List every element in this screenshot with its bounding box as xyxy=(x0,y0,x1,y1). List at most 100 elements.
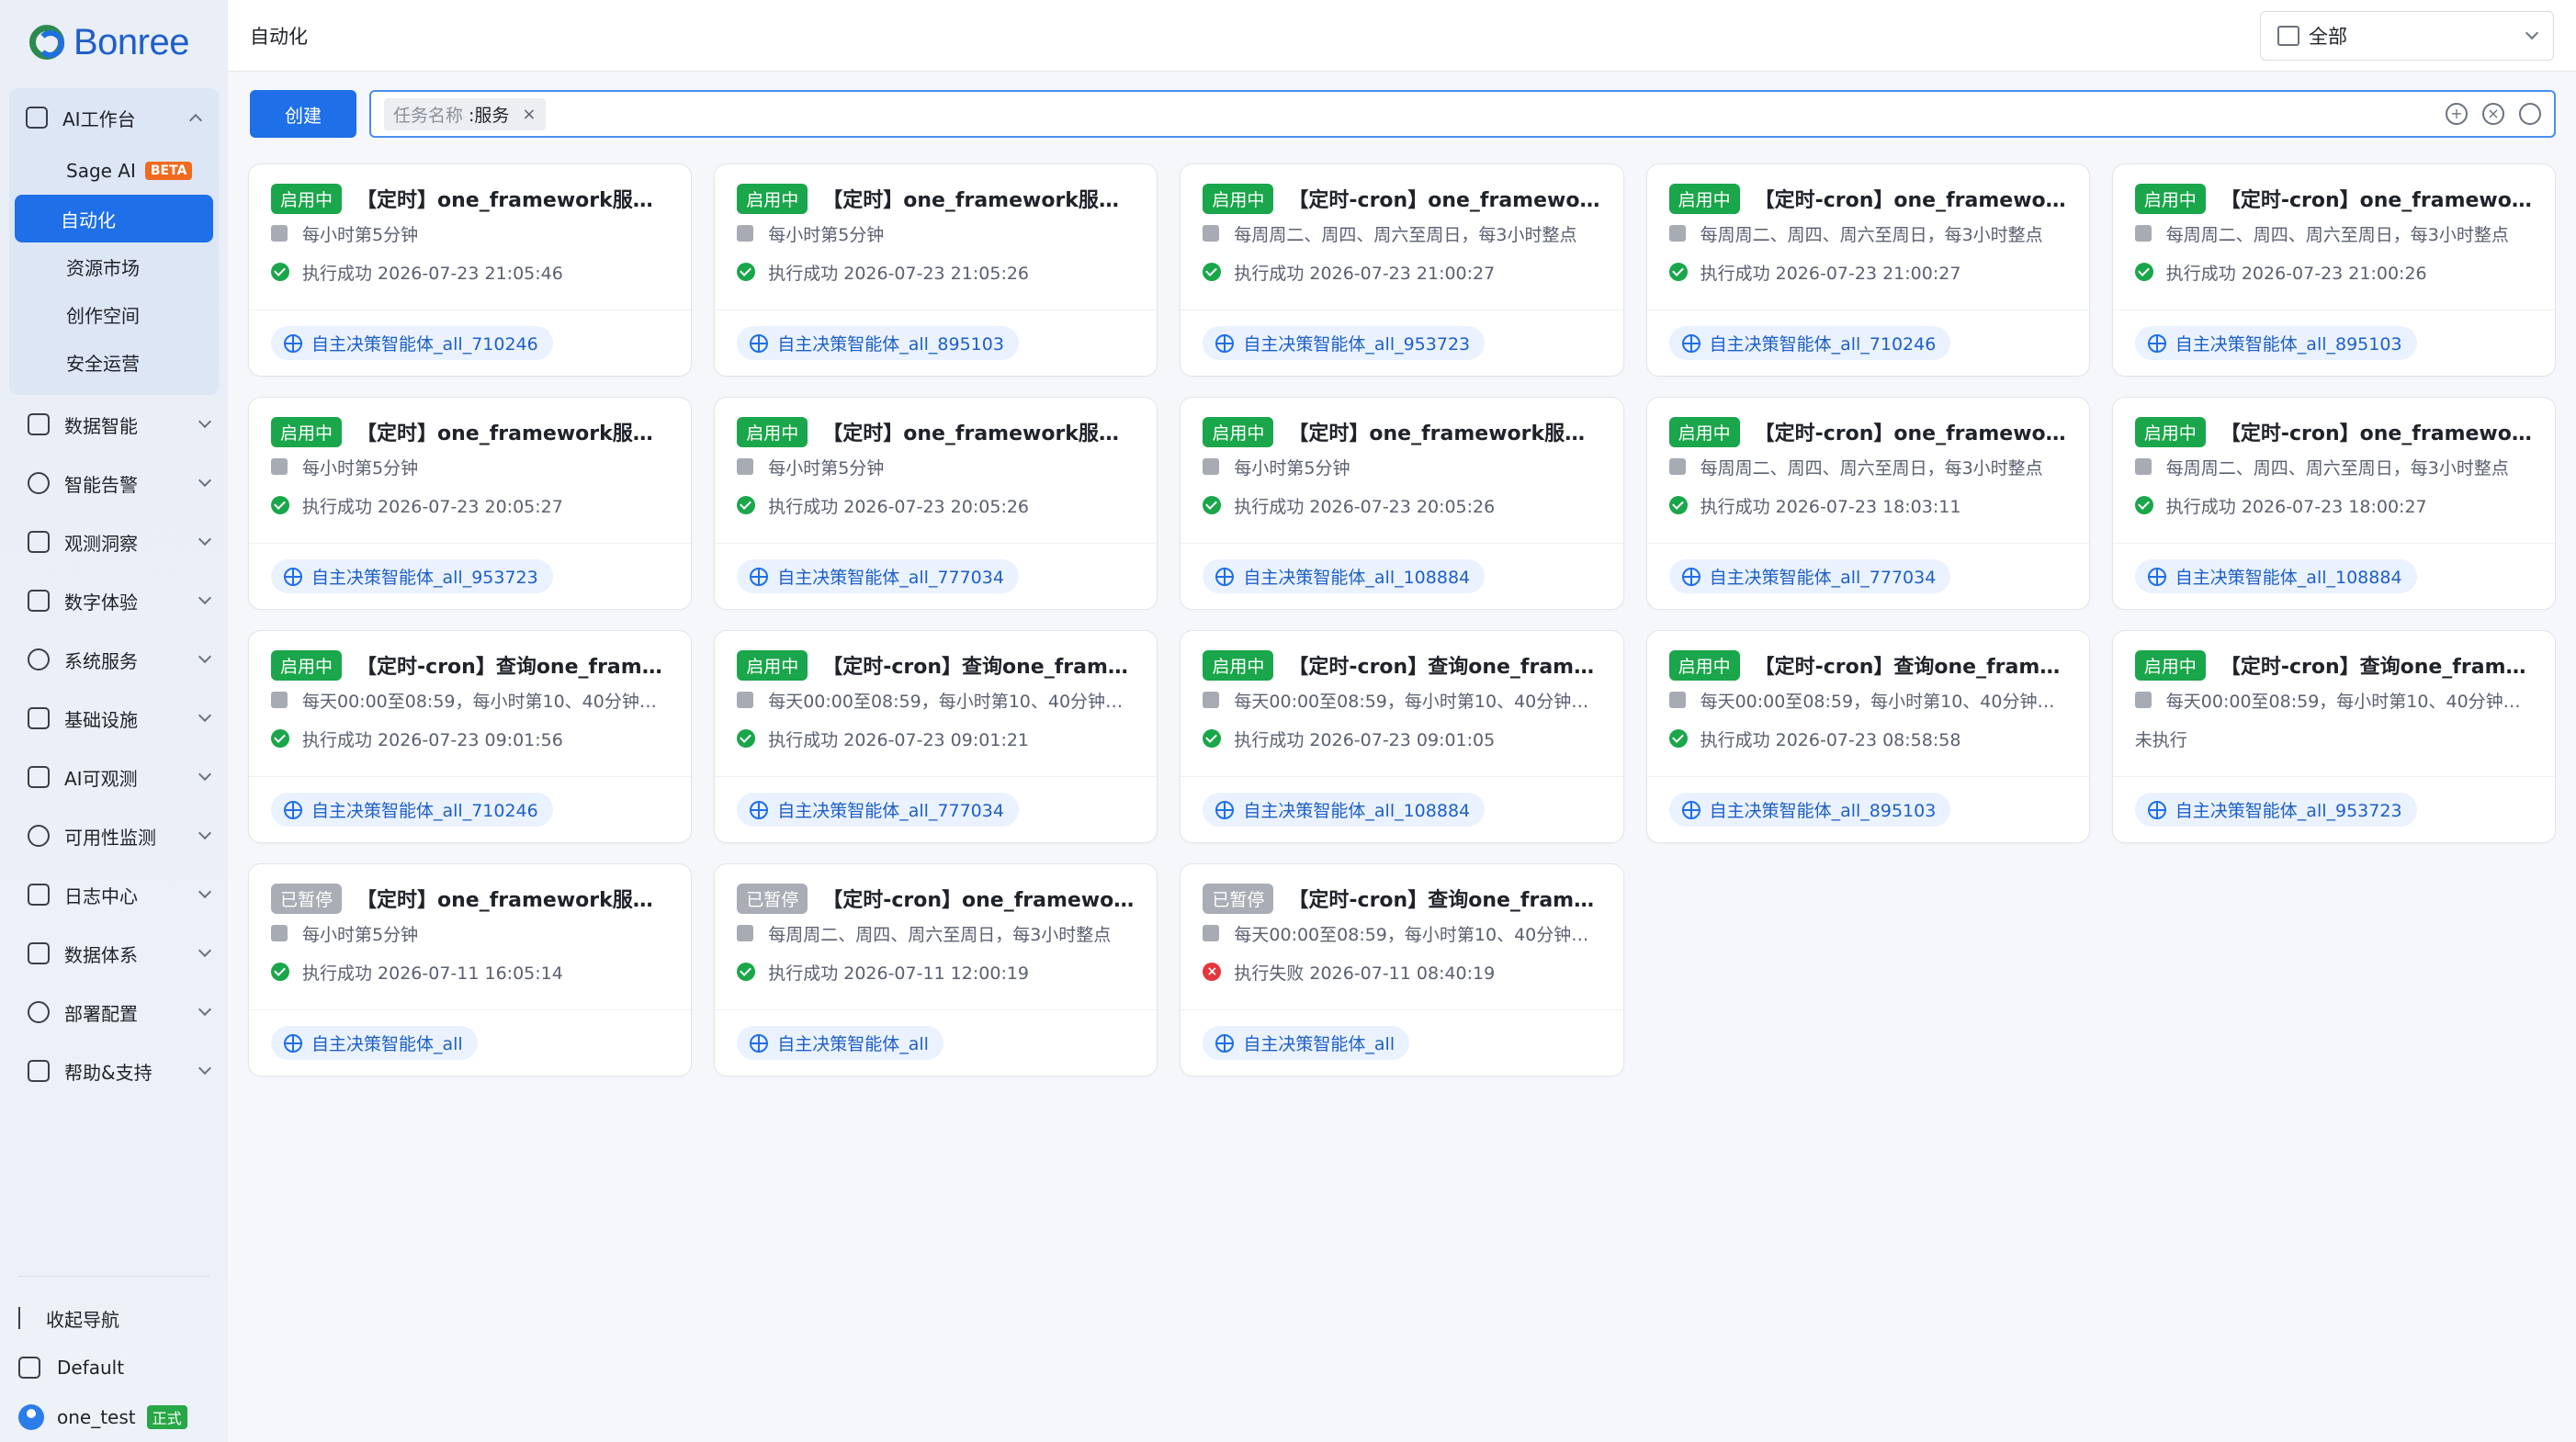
brand-logo[interactable]: Bonree xyxy=(0,0,228,84)
sidebar-item-label: 创作空间 xyxy=(66,304,140,327)
task-card[interactable]: 启用中【定时-cron】one_framework服务巡检每周周二、周四、周六至… xyxy=(1180,163,1624,377)
collapse-nav-button[interactable]: 收起导航 xyxy=(18,1293,209,1343)
agent-icon xyxy=(1681,800,1700,819)
nav-group-ai[interactable]: AI可观测 xyxy=(0,748,228,806)
success-icon xyxy=(1668,496,1688,514)
create-button[interactable]: 创建 xyxy=(250,90,356,138)
agent-name: 自主决策智能体_all xyxy=(311,1034,463,1054)
sidebar-item-label: 资源市场 xyxy=(66,256,140,279)
nav-group-label: 基础设施 xyxy=(64,708,138,731)
agent-tag[interactable]: 自主决策智能体_all_108884 xyxy=(1203,559,1486,593)
task-card[interactable]: 已暂停【定时-cron】查询one_framework服务每天00:00至08:… xyxy=(1180,863,1624,1076)
cubes-icon xyxy=(28,707,50,729)
agent-tag[interactable]: 自主决策智能体_all_710246 xyxy=(1668,326,1951,360)
agent-tag[interactable]: 自主决策智能体_all xyxy=(271,1026,478,1060)
sidebar-item-automation[interactable]: 自动化 xyxy=(15,195,213,242)
sidebar-item-resource-market[interactable]: 资源市场 xyxy=(15,242,213,290)
task-card[interactable]: 启用中【定时】one_framework服务巡检任务每小时第5分钟执行成功 20… xyxy=(248,397,693,610)
card-footer: 自主决策智能体_all_777034 xyxy=(715,543,1158,609)
nav-group-log[interactable]: 日志中心 xyxy=(0,865,228,924)
agent-icon xyxy=(1215,333,1235,353)
exec-row: 未执行 xyxy=(2135,719,2533,758)
agent-tag[interactable]: 自主决策智能体_all_953723 xyxy=(1203,326,1486,360)
agent-tag[interactable]: 自主决策智能体_all xyxy=(1203,1026,1410,1060)
agent-name: 自主决策智能体_all_108884 xyxy=(1243,801,1471,821)
nav-group-header-ai-workbench[interactable]: AI工作台 xyxy=(9,88,219,147)
nav-group-bell[interactable]: 智能告警 xyxy=(0,454,228,513)
agent-tag[interactable]: 自主决策智能体_all_895103 xyxy=(1668,793,1951,827)
agent-tag[interactable]: 自主决策智能体_all_777034 xyxy=(737,559,1019,593)
nav-group-wrench[interactable]: 部署配置 xyxy=(0,983,228,1042)
nav-group-chart[interactable]: 数据智能 xyxy=(0,395,228,454)
card-footer: 自主决策智能体_all_108884 xyxy=(2112,543,2555,609)
schedule-row: 每小时第5分钟 xyxy=(271,447,669,486)
nav-group-book[interactable]: 帮助&支持 xyxy=(0,1042,228,1100)
chevron-down-icon xyxy=(198,591,212,605)
user-menu[interactable]: one_test 正式 xyxy=(18,1392,209,1442)
calendar-icon xyxy=(737,692,754,708)
nav-group-user[interactable]: 数字体验 xyxy=(0,571,228,630)
success-icon xyxy=(271,263,289,281)
task-card[interactable]: 启用中【定时】one_framework服务巡检任务每小时第5分钟执行成功 20… xyxy=(714,163,1158,377)
schedule-text: 每天00:00至08:59，每小时第10、40分钟执行 xyxy=(1234,691,1601,712)
nav-group-cube[interactable]: 系统服务 xyxy=(0,630,228,689)
ai-workbench-icon xyxy=(26,107,48,129)
task-card[interactable]: 启用中【定时-cron】查询one_framework服务每天00:00至08:… xyxy=(1645,630,2090,843)
status-badge: 已暂停 xyxy=(737,883,808,914)
agent-tag[interactable]: 自主决策智能体_all_710246 xyxy=(271,326,553,360)
agent-tag[interactable]: 自主决策智能体_all_953723 xyxy=(2134,793,2417,827)
sidebar-item-security-ops[interactable]: 安全运营 xyxy=(15,338,213,386)
schedule-row: 每周周二、周四、周六至周日，每3小时整点 xyxy=(1203,214,1600,253)
task-card[interactable]: 启用中【定时-cron】one_framework服务巡检每周周二、周四、周六至… xyxy=(1645,397,2090,610)
exec-row: 执行成功 2026-07-23 21:00:26 xyxy=(2134,253,2533,291)
agent-tag[interactable]: 自主决策智能体_all_895103 xyxy=(737,326,1019,360)
agent-tag[interactable]: 自主决策智能体_all_108884 xyxy=(1203,793,1486,827)
nav-group-label: 部署配置 xyxy=(64,1002,138,1025)
agent-tag[interactable]: 自主决策智能体_all xyxy=(737,1026,943,1060)
task-card[interactable]: 已暂停【定时-cron】one_framework服务巡检每周周二、周四、周六至… xyxy=(714,863,1158,1076)
nav-group-search[interactable]: 观测洞察 xyxy=(0,513,228,571)
nav-group-cubes[interactable]: 基础设施 xyxy=(0,689,228,748)
card-footer: 自主决策智能体_all_108884 xyxy=(1181,776,1623,842)
workspace-switcher[interactable]: Default xyxy=(18,1343,209,1392)
card-header: 启用中【定时-cron】one_framework服务巡检 xyxy=(1668,416,2067,447)
sidebar-item-creative-space[interactable]: 创作空间 xyxy=(15,290,213,338)
bell-icon xyxy=(28,472,50,494)
nav-group-monitor[interactable]: 可用性监测 xyxy=(0,806,228,865)
filter-search-box[interactable]: 任务名称 :服务 × + × xyxy=(369,90,2556,138)
add-filter-icon[interactable]: + xyxy=(2446,103,2468,125)
card-footer: 自主决策智能体_all_895103 xyxy=(1646,776,2089,842)
nav-group-database[interactable]: 数据体系 xyxy=(0,924,228,983)
card-footer: 自主决策智能体_all_710246 xyxy=(249,310,692,376)
task-card[interactable]: 启用中【定时-cron】one_framework服务巡检每周周二、周四、周六至… xyxy=(2111,397,2556,610)
sidebar-item-sage-ai[interactable]: Sage AI BETA xyxy=(15,147,213,195)
task-card[interactable]: 启用中【定时】one_framework服务巡检任务每小时第5分钟执行成功 20… xyxy=(1180,397,1624,610)
agent-tag[interactable]: 自主决策智能体_all_895103 xyxy=(2134,326,2417,360)
agent-tag[interactable]: 自主决策智能体_all_777034 xyxy=(1668,559,1951,593)
task-card[interactable]: 启用中【定时】one_framework服务巡检任务每小时第5分钟执行成功 20… xyxy=(248,163,693,377)
task-card[interactable]: 启用中【定时-cron】查询one_framework服务每天00:00至08:… xyxy=(714,630,1158,843)
remove-filter-icon[interactable]: × xyxy=(522,105,536,124)
search-icon[interactable] xyxy=(2519,103,2541,125)
task-card[interactable]: 已暂停【定时】one_framework服务巡检任务每小时第5分钟执行成功 20… xyxy=(248,863,693,1076)
task-card[interactable]: 启用中【定时】one_framework服务巡检任务每小时第5分钟执行成功 20… xyxy=(714,397,1158,610)
agent-icon xyxy=(750,800,769,819)
task-card[interactable]: 启用中【定时-cron】one_framework服务巡检每周周二、周四、周六至… xyxy=(1645,163,2090,377)
status-badge: 启用中 xyxy=(1668,416,1740,447)
scope-select[interactable]: 全部 xyxy=(2260,10,2554,61)
log-icon xyxy=(28,884,50,906)
agent-tag[interactable]: 自主决策智能体_all_710246 xyxy=(271,793,553,827)
nav-group-label: 数据体系 xyxy=(64,943,138,966)
search-icon xyxy=(28,531,50,553)
agent-tag[interactable]: 自主决策智能体_all_777034 xyxy=(737,793,1019,827)
calendar-icon xyxy=(1668,458,1686,475)
task-card[interactable]: 启用中【定时-cron】查询one_framework服务每天00:00至08:… xyxy=(248,630,693,843)
agent-tag[interactable]: 自主决策智能体_all_953723 xyxy=(271,559,553,593)
task-card[interactable]: 启用中【定时-cron】查询one_framework服务每天00:00至08:… xyxy=(2111,630,2556,843)
task-card[interactable]: 启用中【定时-cron】查询one_framework服务每天00:00至08:… xyxy=(1180,630,1624,843)
agent-tag[interactable]: 自主决策智能体_all_108884 xyxy=(2134,559,2417,593)
exec-row: × 执行失败 2026-07-11 08:40:19 xyxy=(1203,952,1600,991)
task-card[interactable]: 启用中【定时-cron】one_framework服务巡检每周周二、周四、周六至… xyxy=(2111,163,2556,377)
exec-status-text: 执行成功 2026-07-23 09:01:21 xyxy=(768,729,1030,750)
clear-filter-icon[interactable]: × xyxy=(2482,103,2504,125)
